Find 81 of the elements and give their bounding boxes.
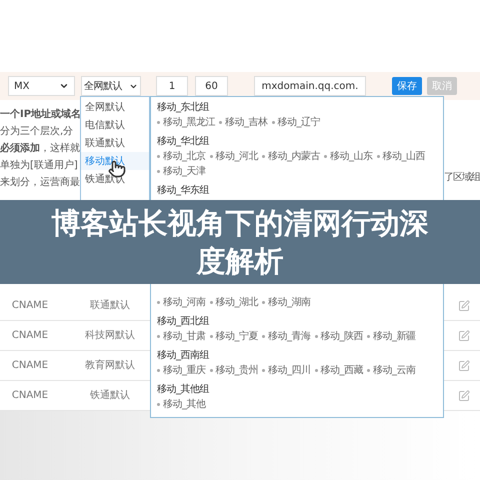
bullet-icon (367, 369, 370, 372)
banner-title: 博客站长视角下的清网行动深度解析 (50, 205, 430, 280)
bullet-icon (157, 369, 160, 372)
bullet-icon (262, 335, 265, 338)
bullet-icon (324, 155, 327, 158)
bullet-icon (367, 335, 370, 338)
caret-icon (59, 81, 69, 91)
region-option[interactable]: 移动_湖北 (216, 295, 258, 310)
group-title: 移动_华北组 (157, 134, 210, 149)
region-option[interactable]: 移动_内蒙古 (268, 149, 320, 164)
bullet-icon (219, 121, 222, 124)
group-title: 移动_西北组 (157, 314, 210, 329)
line-option[interactable]: 全网默认 (81, 98, 149, 116)
record-type-cell-text: CNAME (10, 359, 50, 373)
region-option[interactable]: 移动_宁夏 (216, 329, 258, 344)
record-line-cell-text: 教育网默认 (84, 358, 136, 373)
value-field[interactable]: mxdomain.qq.com. (254, 76, 366, 96)
line-select[interactable]: 全网默认 (81, 76, 141, 96)
record-line-cell-text: 科技网默认 (84, 328, 136, 343)
edit-icon[interactable] (458, 330, 470, 342)
region-option[interactable]: 移动_北京 (163, 149, 206, 164)
bullet-icon (314, 335, 318, 338)
region-option[interactable]: 移动_新疆 (373, 329, 416, 344)
help-text: 一个IP地址或域名 (0, 108, 80, 122)
bullet-icon (262, 155, 265, 158)
region-option[interactable]: 移动_西藏 (320, 363, 363, 378)
bullet-icon (157, 403, 160, 406)
bullet-icon (157, 121, 160, 124)
bullet-icon (157, 301, 160, 304)
help-text: 分为三个层次,分 (0, 124, 74, 139)
bullet-icon (210, 301, 212, 304)
region-option[interactable]: 移动_重庆 (163, 363, 206, 378)
group-title: 移动_东北组 (157, 100, 210, 115)
region-option[interactable]: 移动_其他 (163, 397, 206, 412)
group-title: 移动_其他组 (157, 382, 210, 397)
record-type-select[interactable]: MX (8, 76, 75, 96)
region-option[interactable]: 移动_河北 (216, 149, 258, 164)
ttl-field[interactable]: 60 (195, 76, 228, 96)
bullet-icon (376, 155, 380, 158)
record-type-cell-text: CNAME (10, 299, 50, 313)
bullet-icon (157, 170, 160, 173)
edit-icon[interactable] (458, 300, 470, 312)
priority-field[interactable]: 1 (156, 76, 188, 96)
group-title: 移动_西南组 (157, 348, 210, 363)
region-option[interactable]: 移动_天津 (163, 164, 206, 179)
bullet-icon (314, 369, 318, 372)
record-type-cell-text: CNAME (10, 389, 50, 403)
region-option[interactable]: 移动_湖南 (268, 295, 310, 310)
region-option[interactable]: 移动_四川 (268, 363, 310, 378)
save-button[interactable]: 保存 (392, 77, 422, 95)
help-text: 了区域组 (444, 170, 480, 185)
bullet-icon (262, 369, 265, 372)
bullet-icon (210, 335, 212, 338)
bullet-icon (157, 335, 160, 338)
line-option[interactable]: 联通默认 (81, 134, 149, 152)
bullet-icon (157, 155, 160, 158)
edit-icon[interactable] (458, 360, 470, 372)
region-option[interactable]: 移动_山西 (382, 149, 425, 164)
region-option[interactable]: 移动_辽宁 (278, 115, 320, 130)
bullet-icon (262, 301, 265, 304)
region-option[interactable]: 移动_山东 (330, 149, 372, 164)
bullet-icon (210, 369, 212, 372)
record-line-cell-text: 铁通默认 (89, 388, 131, 403)
region-option[interactable]: 移动_贵州 (216, 363, 258, 378)
bullet-icon (210, 155, 212, 158)
region-option[interactable]: 移动_河南 (163, 295, 206, 310)
region-option[interactable]: 移动_陕西 (320, 329, 363, 344)
edit-icon[interactable] (458, 390, 470, 402)
record-type-cell-text: CNAME (10, 329, 50, 343)
group-title: 移动_华东组 (157, 184, 210, 198)
line-option[interactable]: 电信默认 (81, 116, 149, 134)
region-option[interactable]: 移动_云南 (373, 363, 416, 378)
help-text: 单独为[联通用户] (0, 158, 79, 173)
help-text: 来划分，运营商最 (0, 176, 80, 190)
help-text: 必须添加，这样就 (0, 142, 80, 156)
region-option[interactable]: 移动_黑龙江 (163, 115, 215, 130)
region-option[interactable]: 移动_甘肃 (163, 329, 206, 344)
region-option[interactable]: 移动_吉林 (225, 115, 268, 130)
record-line-cell-text: 联通默认 (89, 298, 131, 313)
region-option[interactable]: 移动_青海 (268, 329, 310, 344)
bullet-icon (272, 121, 274, 124)
